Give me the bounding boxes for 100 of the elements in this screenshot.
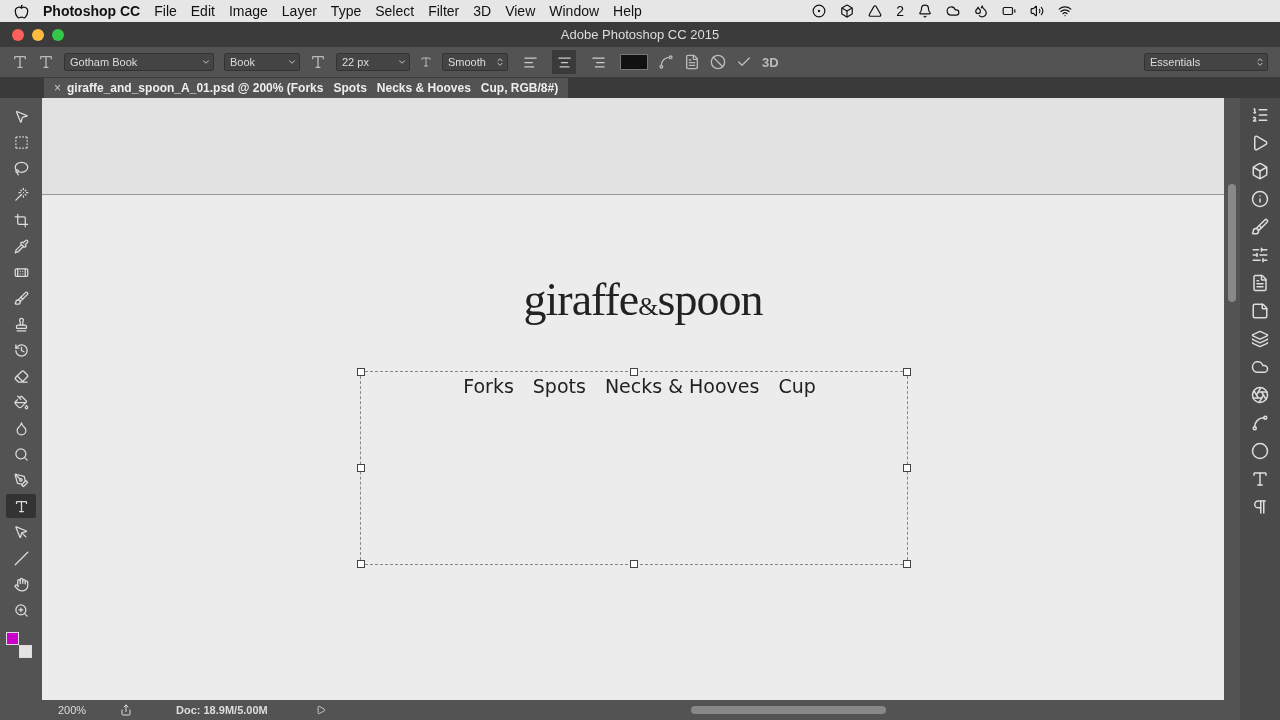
wifi-icon <box>1058 4 1072 18</box>
crop-icon <box>13 212 29 228</box>
zoom-icon <box>13 602 29 618</box>
scrollbar-thumb[interactable] <box>691 706 886 714</box>
aperture-icon[interactable] <box>1251 386 1269 404</box>
note-icon[interactable] <box>1251 302 1269 320</box>
volume-icon <box>1030 4 1044 18</box>
align-button[interactable] <box>552 50 576 74</box>
menu-item[interactable]: Filter <box>428 3 460 19</box>
marquee-icon <box>13 134 29 150</box>
info-icon[interactable] <box>1251 190 1269 208</box>
size-icon <box>310 54 326 70</box>
triangle-icon <box>868 4 883 18</box>
menu-item[interactable]: 3D <box>473 3 492 19</box>
cube-icon[interactable] <box>1251 162 1269 180</box>
stamp-icon <box>13 316 29 332</box>
scrollbar-thumb[interactable] <box>1228 184 1236 302</box>
antialias-icon <box>420 56 432 68</box>
orientation-icon <box>38 54 54 70</box>
type-icon[interactable] <box>1251 470 1269 488</box>
menu-item[interactable]: Layer <box>281 3 317 19</box>
menu-item[interactable]: File <box>154 3 177 19</box>
resize-handle[interactable] <box>902 464 911 472</box>
document-title: giraffe_and_spoon_A_01.psd @ 200% (Forks Spots Necks & Hooves Cup, RGB/8#) <box>67 81 559 95</box>
brush-icon <box>13 290 29 306</box>
pilcrow-icon[interactable] <box>1251 498 1269 516</box>
play-icon <box>316 705 326 715</box>
zoom-level: 200% <box>57 704 88 716</box>
layers-icon[interactable] <box>1251 330 1269 348</box>
drop-icon <box>13 420 29 436</box>
align-left-icon <box>522 54 538 70</box>
history-icon[interactable] <box>1251 106 1269 124</box>
window-title: Adobe Photoshop CC 2015 <box>560 27 720 42</box>
type-tool[interactable] <box>6 494 36 518</box>
menu-item[interactable]: Type <box>330 3 362 19</box>
nav-text: Spots <box>532 377 586 396</box>
3d-button[interactable]: 3D <box>762 54 779 70</box>
resize-handle[interactable] <box>629 560 638 568</box>
menu-item[interactable]: Image <box>228 3 268 19</box>
pen-icon <box>13 472 29 488</box>
menu-item[interactable]: Edit <box>190 3 215 19</box>
chevron-down-icon <box>397 57 407 67</box>
resize-handle[interactable] <box>902 560 911 568</box>
chevron-down-icon <box>201 57 211 67</box>
align-right-icon <box>590 54 606 70</box>
export-icon <box>120 704 132 716</box>
curve-icon[interactable] <box>1251 414 1269 432</box>
resize-handle[interactable] <box>356 464 365 472</box>
type-icon <box>13 498 29 514</box>
text-color-swatch[interactable] <box>620 54 648 70</box>
resize-handle[interactable] <box>356 560 365 568</box>
resize-handle[interactable] <box>356 368 365 376</box>
history-brush-icon <box>13 342 29 358</box>
play-icon[interactable] <box>1251 134 1269 152</box>
close-button[interactable] <box>12 28 24 41</box>
resize-handle[interactable] <box>902 368 911 376</box>
menu-item[interactable]: Help <box>613 3 642 19</box>
eraser-icon <box>13 368 29 384</box>
background-swatch[interactable] <box>19 645 32 658</box>
font-size-dropdown[interactable]: 22 px <box>336 53 410 71</box>
document-tab[interactable]: × giraffe_and_spoon_A_01.psd @ 200% (Forks Spots Necks & Hooves Cup, RGB/8#) <box>44 78 569 98</box>
drops-icon <box>974 4 988 18</box>
resize-handle[interactable] <box>629 368 638 376</box>
nav-text: Cup <box>778 377 816 396</box>
battery-icon <box>1002 4 1016 18</box>
logo: giraffe&spoon <box>522 273 763 326</box>
cloud-icon[interactable] <box>1251 358 1269 376</box>
nav-text: Forks <box>463 377 514 396</box>
app-menu[interactable]: Photoshop CC <box>43 3 141 19</box>
close-tab-button[interactable]: × <box>54 81 61 95</box>
zoom-button[interactable] <box>52 28 64 41</box>
line-icon <box>13 550 29 566</box>
foreground-swatch[interactable] <box>6 632 19 645</box>
doc-size: Doc: 18.9M/5.00M <box>175 704 269 716</box>
lasso-icon <box>13 160 29 176</box>
font-style-dropdown[interactable]: Book <box>224 53 300 71</box>
chevron-down-icon <box>287 57 297 67</box>
menu-item[interactable]: Select <box>375 3 415 19</box>
paint-bucket-icon <box>13 394 29 410</box>
magnifier-icon <box>13 446 29 462</box>
cancel-icon <box>710 54 726 70</box>
align-center-icon <box>556 54 572 70</box>
warp-text-icon <box>658 54 674 70</box>
menu-item[interactable]: Window <box>549 3 600 19</box>
sliders-icon[interactable] <box>1251 246 1269 264</box>
cloud-icon <box>946 4 960 18</box>
antialias-dropdown[interactable]: Smooth <box>442 53 508 71</box>
workspace-dropdown[interactable]: Essentials <box>1144 53 1268 71</box>
record-icon <box>812 4 827 18</box>
menu-item[interactable]: View <box>505 3 536 19</box>
circle-icon[interactable] <box>1251 442 1269 460</box>
brush-icon[interactable] <box>1251 218 1269 236</box>
up-down-icon <box>495 57 505 67</box>
font-family-dropdown[interactable]: Gotham Book <box>64 53 214 71</box>
box-icon <box>840 4 855 18</box>
text-bounding-box[interactable]: Forks Spots Necks & Hooves Cup <box>359 371 908 565</box>
eyedropper-icon <box>13 238 29 254</box>
arrow-icon <box>13 524 29 540</box>
document-icon[interactable] <box>1251 274 1269 292</box>
minimize-button[interactable] <box>32 28 44 41</box>
